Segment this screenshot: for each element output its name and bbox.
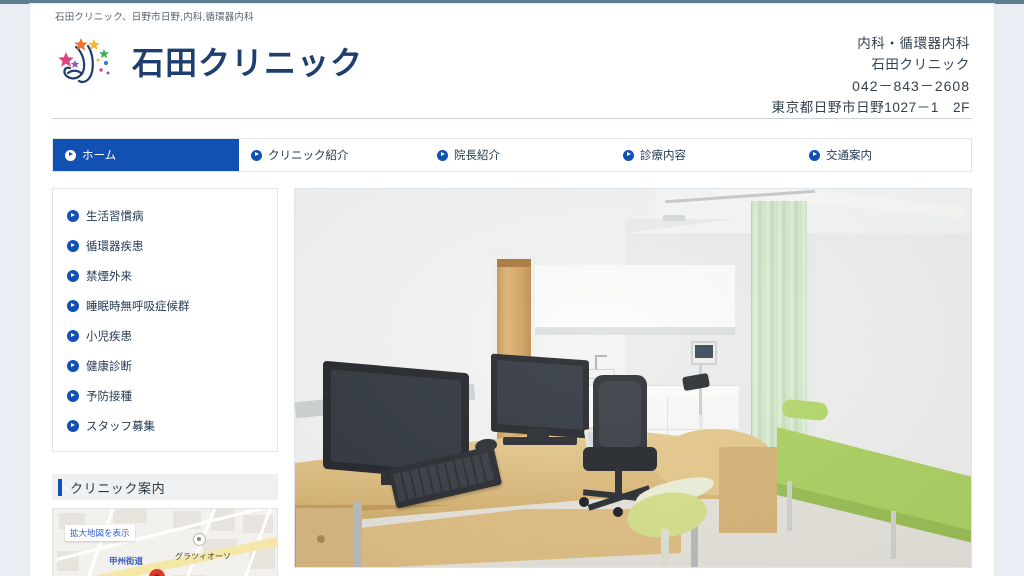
chevron-right-icon bbox=[67, 420, 79, 432]
clinic-name-text: 石田クリニック bbox=[871, 56, 970, 72]
nav-item-home[interactable]: ホーム bbox=[53, 139, 239, 171]
photo-cabinet-shadow bbox=[535, 327, 735, 335]
address-text: 東京都日野市日野1027－1 2F bbox=[771, 99, 970, 115]
main-navigation: ホーム クリニック紹介 院長紹介 診療内容 交通案内 bbox=[52, 138, 972, 172]
chevron-right-icon bbox=[67, 390, 79, 402]
photo-monitor-small-base bbox=[503, 437, 577, 445]
chevron-right-icon bbox=[67, 270, 79, 282]
chevron-right-icon bbox=[67, 360, 79, 372]
document-title: 石田クリニック、日野市日野,内科,循環器内科 bbox=[55, 12, 254, 23]
photo-low-cabinet-knob bbox=[317, 535, 325, 543]
photo-office-chair-mesh bbox=[599, 381, 641, 447]
sidebar-item-label: 予防接種 bbox=[86, 391, 132, 403]
map-poi-marker[interactable] bbox=[193, 533, 206, 548]
sidebar-item-label: 循環器疾患 bbox=[86, 241, 144, 253]
browser-viewport: 石田クリニック、日野市日野,内科,循環器内科 石田クリニック 内科・循環器内科 … bbox=[0, 0, 1024, 576]
sidebar-item-label: 禁煙外来 bbox=[86, 271, 132, 283]
nav-item-label: 院長紹介 bbox=[454, 150, 500, 162]
photo-monitor-small-screen bbox=[497, 359, 583, 431]
site-header: 石田クリニック 内科・循環器内科 石田クリニック 042－843－2608 東京… bbox=[30, 26, 994, 116]
photo-low-cabinet bbox=[295, 507, 357, 567]
sidebar: 生活習慣病 循環器疾患 禁煙外来 睡眠時無呼吸症候群 小児疾患 健康診断 予防接… bbox=[52, 188, 278, 576]
photo-chair-caster bbox=[613, 507, 623, 517]
sidebar-item-lifestyle-disease[interactable]: 生活習慣病 bbox=[53, 201, 277, 231]
sidebar-item-label: 睡眠時無呼吸症候群 bbox=[86, 301, 190, 313]
photo-low-cabinet-frame bbox=[353, 501, 362, 567]
header-contact-block: 内科・循環器内科 石田クリニック 042－843－2608 東京都日野市日野10… bbox=[772, 34, 971, 118]
chevron-right-icon bbox=[623, 149, 634, 161]
sidebar-item-health-checkup[interactable]: 健康診断 bbox=[53, 351, 277, 381]
brand-name: 石田クリニック bbox=[132, 44, 364, 82]
map-block bbox=[113, 509, 147, 523]
map-label-koshu-kaido: 甲州街道 bbox=[109, 556, 144, 566]
hero-photo-exam-room bbox=[294, 188, 972, 568]
nav-item-label: 交通案内 bbox=[826, 150, 872, 162]
chevron-right-icon bbox=[67, 210, 79, 222]
chevron-right-icon bbox=[437, 149, 448, 161]
map-label-graziooso: グラツィオーソ bbox=[175, 552, 231, 561]
map-location-pin[interactable] bbox=[149, 569, 165, 576]
photo-chair-caster bbox=[579, 497, 589, 507]
sidebar-item-circulatory-disease[interactable]: 循環器疾患 bbox=[53, 231, 277, 261]
sidebar-item-label: 健康診断 bbox=[86, 361, 132, 373]
heading-accent-bar bbox=[58, 478, 62, 496]
photo-exam-bed-leg bbox=[787, 481, 792, 531]
photo-exam-bed-leg bbox=[891, 511, 896, 559]
site-logo[interactable]: 石田クリニック bbox=[52, 32, 363, 90]
location-map[interactable]: 拡大地図を表示 グラツィオーソ 甲州街道 ハイツ仲田2 bbox=[52, 508, 278, 576]
nav-item-access[interactable]: 交通案内 bbox=[797, 139, 983, 171]
page-container: 石田クリニック、日野市日野,内科,循環器内科 石田クリニック 内科・循環器内科 … bbox=[30, 4, 994, 576]
phone-number: 042－843－2608 bbox=[852, 77, 970, 94]
photo-desk-pedestal bbox=[719, 447, 777, 533]
sidebar-item-label: スタッフ募集 bbox=[86, 421, 155, 433]
chevron-right-icon bbox=[67, 240, 79, 252]
sidebar-item-sleep-apnea[interactable]: 睡眠時無呼吸症候群 bbox=[53, 291, 277, 321]
specialty-text: 内科・循環器内科 bbox=[857, 36, 970, 51]
chevron-right-icon bbox=[65, 149, 76, 161]
chevron-right-icon bbox=[67, 330, 79, 342]
nav-item-label: クリニック紹介 bbox=[268, 150, 349, 162]
chevron-right-icon bbox=[809, 149, 820, 161]
sidebar-item-staff-recruitment[interactable]: スタッフ募集 bbox=[53, 411, 277, 441]
nav-item-services[interactable]: 診療内容 bbox=[611, 139, 797, 171]
photo-upper-cabinet bbox=[535, 265, 735, 329]
chevron-right-icon bbox=[67, 300, 79, 312]
chevron-right-icon bbox=[251, 149, 262, 161]
sidebar-item-smoking-cessation[interactable]: 禁煙外来 bbox=[53, 261, 277, 291]
photo-bp-monitor-screen bbox=[695, 345, 713, 358]
sidebar-menu-box: 生活習慣病 循環器疾患 禁煙外来 睡眠時無呼吸症候群 小児疾患 健康診断 予防接… bbox=[52, 188, 278, 452]
sidebar-item-label: 生活習慣病 bbox=[86, 211, 144, 223]
photo-door-header bbox=[497, 259, 531, 267]
clinic-guide-heading-label: クリニック案内 bbox=[70, 480, 166, 496]
nav-item-director-intro[interactable]: 院長紹介 bbox=[425, 139, 611, 171]
photo-patient-stool-leg bbox=[661, 529, 669, 565]
sidebar-item-vaccination[interactable]: 予防接種 bbox=[53, 381, 277, 411]
nav-item-label: ホーム bbox=[82, 150, 117, 162]
clinic-script-logo-icon bbox=[52, 32, 126, 90]
sidebar-item-label: 小児疾患 bbox=[86, 331, 132, 343]
photo-ceiling-vent bbox=[663, 215, 685, 221]
photo-office-chair-seat bbox=[583, 447, 657, 471]
nav-item-label: 診療内容 bbox=[640, 150, 686, 162]
map-expand-link[interactable]: 拡大地図を表示 bbox=[65, 525, 135, 541]
header-divider bbox=[52, 118, 972, 119]
photo-faucet-spout bbox=[595, 355, 607, 357]
nav-item-clinic-intro[interactable]: クリニック紹介 bbox=[239, 139, 425, 171]
clinic-guide-heading: クリニック案内 bbox=[52, 474, 278, 500]
sidebar-item-pediatric-disease[interactable]: 小児疾患 bbox=[53, 321, 277, 351]
